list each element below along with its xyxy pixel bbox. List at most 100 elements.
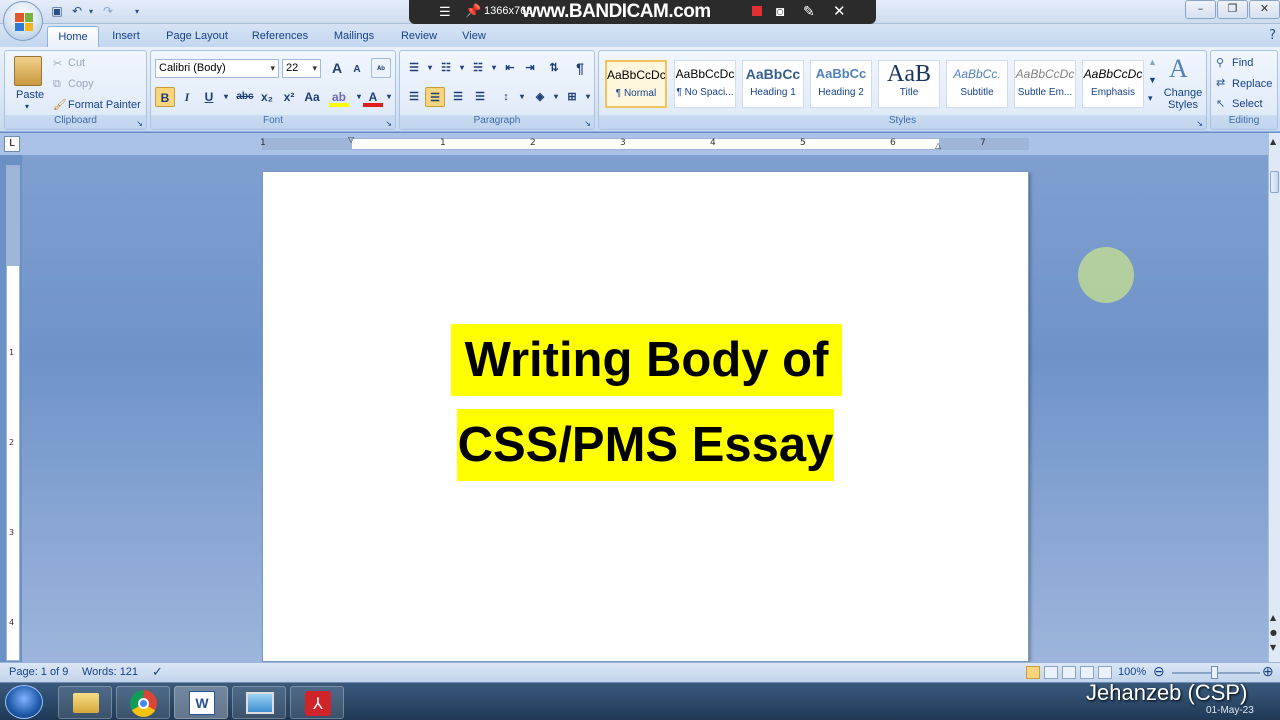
- page-count[interactable]: Page: 1 of 9: [9, 666, 68, 678]
- vertical-scrollbar[interactable]: ▲ ▲ ● ▼: [1268, 133, 1280, 662]
- borders-dropdown-icon[interactable]: ▾: [578, 87, 598, 107]
- tab-references[interactable]: References: [246, 26, 314, 47]
- decrease-indent-icon[interactable]: ⇤: [500, 58, 520, 78]
- camera-icon[interactable]: ◙: [776, 3, 784, 19]
- zoom-in-icon[interactable]: ⊕: [1262, 663, 1274, 680]
- taskbar-word[interactable]: W: [174, 686, 228, 719]
- sort-icon[interactable]: ⇅: [544, 58, 564, 78]
- font-size-select[interactable]: 22: [282, 59, 321, 78]
- align-right-icon[interactable]: ☰: [448, 87, 468, 107]
- office-button[interactable]: [3, 1, 43, 41]
- clear-formatting-button[interactable]: ᴬᵇ: [371, 58, 391, 78]
- close-icon[interactable]: ✕: [833, 2, 846, 20]
- italic-button[interactable]: I: [177, 87, 197, 107]
- format-painter-button[interactable]: Format Painter: [68, 99, 141, 111]
- styles-launcher-icon[interactable]: ↘: [1196, 119, 1203, 128]
- taskbar-chrome[interactable]: [116, 686, 170, 719]
- copy-button[interactable]: Copy: [68, 78, 94, 90]
- tab-home[interactable]: Home: [47, 26, 99, 47]
- justify-icon[interactable]: ☰: [470, 87, 490, 107]
- style-subtle-emphasis[interactable]: AaBbCcDc Subtle Em...: [1014, 60, 1076, 108]
- help-icon[interactable]: ?: [1269, 28, 1276, 43]
- paste-icon[interactable]: [14, 56, 42, 86]
- vertical-ruler[interactable]: 1 2 3 4: [6, 165, 20, 661]
- taskbar-pdf-reader[interactable]: ⅄: [290, 686, 344, 719]
- align-center-icon[interactable]: ☰: [425, 87, 445, 107]
- taskbar-picture-viewer[interactable]: [232, 686, 286, 719]
- styles-scroll-up-icon[interactable]: ▲: [1148, 57, 1157, 67]
- zoom-level[interactable]: 100%: [1118, 666, 1146, 678]
- paragraph-launcher-icon[interactable]: ↘: [584, 119, 591, 128]
- restore-button[interactable]: ❐: [1217, 0, 1248, 19]
- style-emphasis[interactable]: AaBbCcDc Emphasis: [1082, 60, 1144, 108]
- cut-button[interactable]: Cut: [68, 57, 85, 69]
- font-launcher-icon[interactable]: ↘: [385, 119, 392, 128]
- bold-button[interactable]: B: [155, 87, 175, 107]
- clipboard-launcher-icon[interactable]: ↘: [136, 119, 143, 128]
- customize-qat-icon[interactable]: ▾: [129, 4, 145, 19]
- proofing-icon[interactable]: ✓: [152, 664, 163, 680]
- select-browse-object-icon[interactable]: ●: [1270, 628, 1277, 637]
- style-heading-1[interactable]: AaBbCc Heading 1: [742, 60, 804, 108]
- shrink-font-button[interactable]: A: [347, 60, 367, 80]
- highlight-button[interactable]: ab: [329, 87, 349, 107]
- superscript-button[interactable]: x²: [279, 87, 299, 107]
- print-layout-view-icon[interactable]: [1026, 666, 1040, 679]
- tab-view[interactable]: View: [454, 26, 494, 47]
- taskbar-file-explorer[interactable]: [58, 686, 112, 719]
- style-normal[interactable]: AaBbCcDc ¶ Normal: [605, 60, 667, 108]
- style-no-spacing[interactable]: AaBbCcDc ¶ No Spaci...: [674, 60, 736, 108]
- minimize-button[interactable]: –: [1185, 0, 1216, 19]
- replace-button[interactable]: Replace: [1232, 78, 1272, 90]
- document-heading-line-2[interactable]: CSS/PMS Essay: [457, 409, 834, 481]
- align-left-icon[interactable]: ☰: [404, 87, 424, 107]
- next-page-icon[interactable]: ▼: [1270, 643, 1276, 652]
- select-button[interactable]: Select: [1232, 98, 1263, 110]
- undo-dropdown-icon[interactable]: ▾: [83, 4, 99, 19]
- scroll-thumb[interactable]: [1270, 171, 1279, 193]
- show-marks-button[interactable]: ¶: [570, 58, 590, 78]
- font-name-select[interactable]: Calibri (Body): [155, 59, 279, 78]
- save-icon[interactable]: ▣: [49, 4, 65, 19]
- tab-page-layout[interactable]: Page Layout: [160, 26, 234, 47]
- menu-icon[interactable]: ☰: [439, 4, 451, 20]
- start-orb-icon[interactable]: [5, 685, 43, 719]
- tab-mailings[interactable]: Mailings: [324, 26, 384, 47]
- pencil-icon[interactable]: ✎: [803, 3, 815, 20]
- change-case-button[interactable]: Aa: [301, 87, 323, 107]
- redo-icon[interactable]: ↷: [100, 4, 116, 19]
- strikethrough-button[interactable]: abc: [233, 87, 257, 107]
- subscript-button[interactable]: x₂: [257, 87, 277, 107]
- font-color-dropdown-icon[interactable]: ▾: [379, 87, 399, 107]
- horizontal-ruler[interactable]: 1 1 2 3 4 5 6 7 ▽ △: [260, 135, 1029, 150]
- right-indent-marker[interactable]: △: [935, 141, 941, 150]
- full-screen-view-icon[interactable]: [1044, 666, 1058, 679]
- styles-more-icon[interactable]: ▾: [1148, 93, 1153, 104]
- word-count[interactable]: Words: 121: [82, 666, 138, 678]
- paste-dropdown-icon[interactable]: ▾: [25, 102, 29, 111]
- document-heading-line-1[interactable]: Writing Body of: [451, 324, 842, 396]
- outline-view-icon[interactable]: [1080, 666, 1094, 679]
- document-page[interactable]: Writing Body of CSS/PMS Essay: [262, 171, 1029, 662]
- first-line-indent-marker[interactable]: ▽: [348, 135, 354, 144]
- change-styles-button[interactable]: Change Styles: [1161, 87, 1205, 111]
- web-layout-view-icon[interactable]: [1062, 666, 1076, 679]
- prev-page-icon[interactable]: ▲: [1270, 613, 1276, 622]
- tab-review[interactable]: Review: [394, 26, 444, 47]
- pin-icon[interactable]: 📌: [465, 3, 481, 19]
- scroll-up-icon[interactable]: ▲: [1270, 137, 1276, 146]
- style-heading-2[interactable]: AaBbCc Heading 2: [810, 60, 872, 108]
- grow-font-button[interactable]: A: [327, 58, 347, 78]
- zoom-slider-thumb[interactable]: [1211, 666, 1218, 679]
- draft-view-icon[interactable]: [1098, 666, 1112, 679]
- style-subtitle[interactable]: AaBbCc. Subtitle: [946, 60, 1008, 108]
- style-title[interactable]: AaB Title: [878, 60, 940, 108]
- record-icon[interactable]: [752, 6, 762, 16]
- line-spacing-dropdown-icon[interactable]: ▾: [512, 87, 532, 107]
- tab-selector[interactable]: L: [4, 136, 20, 152]
- find-button[interactable]: Find: [1232, 57, 1253, 69]
- zoom-out-icon[interactable]: ⊖: [1153, 663, 1165, 680]
- close-button[interactable]: ✕: [1249, 0, 1280, 19]
- increase-indent-icon[interactable]: ⇥: [520, 58, 540, 78]
- tab-insert[interactable]: Insert: [103, 26, 149, 47]
